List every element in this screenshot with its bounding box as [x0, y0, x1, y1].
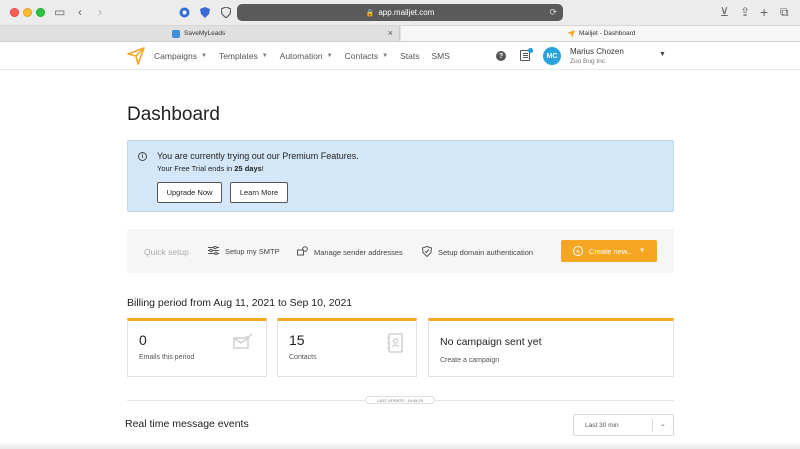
- realtime-events-title: Real time message events: [125, 418, 249, 430]
- tab-title: Mailjet - Dashboard: [579, 30, 636, 37]
- tab-mailjet-dashboard[interactable]: Mailjet - Dashboard: [401, 26, 800, 41]
- campaign-stat-card: No campaign sent yet Create a campaign: [428, 318, 674, 377]
- upgrade-now-button[interactable]: Upgrade Now: [157, 182, 222, 203]
- campaign-status-title: No campaign sent yet: [440, 336, 542, 348]
- chevron-down-icon: ▼: [201, 53, 207, 59]
- extension-bitwarden-icon[interactable]: [179, 4, 190, 20]
- avatar[interactable]: MC: [543, 47, 561, 65]
- back-icon[interactable]: ‹: [78, 4, 82, 20]
- chevron-down-icon: ▼: [639, 248, 646, 254]
- extension-shield-icon[interactable]: [200, 4, 210, 20]
- user-name[interactable]: Marius Chozen: [570, 47, 624, 56]
- create-new-button[interactable]: + Create new... ▼: [561, 240, 657, 262]
- nav-contacts[interactable]: Contacts ▼: [345, 51, 389, 61]
- trial-days: 25 days: [234, 164, 262, 173]
- help-icon[interactable]: ?: [496, 51, 506, 61]
- bottom-fade: [0, 441, 800, 449]
- notification-dot: [528, 48, 533, 53]
- create-campaign-link[interactable]: Create a campaign: [440, 357, 499, 364]
- reload-icon[interactable]: ⟳: [549, 7, 557, 18]
- contacts-label: Contacts: [289, 354, 317, 361]
- lock-icon: 🔒: [365, 9, 375, 17]
- manage-sender-addresses-link[interactable]: Manage sender addresses: [297, 246, 403, 258]
- nav-automation[interactable]: Automation ▼: [280, 51, 333, 61]
- trial-notice: i You are currently trying out our Premi…: [127, 140, 674, 212]
- browser-toolbar: ▭ ‹ › 🔒 app.mailjet.com ⟳ ⊻ ⇪ + ⧉: [0, 0, 800, 26]
- notice-subtitle: Your Free Trial ends in 25 days!: [157, 164, 264, 173]
- chevron-down-icon: ▼: [382, 53, 389, 59]
- emails-label: Emails this period: [139, 354, 195, 361]
- contacts-count: 15: [289, 332, 305, 348]
- mailjet-favicon-icon: [567, 29, 575, 38]
- share-icon[interactable]: ⇪: [740, 4, 750, 20]
- contacts-stat-card[interactable]: 15 Contacts: [277, 318, 417, 377]
- select-separator: [652, 419, 653, 432]
- time-range-select[interactable]: Last 30 min ⌄: [573, 414, 674, 436]
- emails-stat-card[interactable]: 0 Emails this period: [127, 318, 267, 377]
- nav-sms[interactable]: SMS: [431, 51, 449, 61]
- page-title: Dashboard: [127, 104, 220, 125]
- domain-authentication-link[interactable]: Setup domain authentication: [421, 245, 533, 259]
- quick-setup-bar: Quick setup Setup my SMTP Manage sender …: [127, 229, 674, 273]
- last-update-badge: LAST UPDATE : 19:49:29: [365, 396, 435, 404]
- top-navigation: Campaigns ▼ Templates ▼ Automation ▼ Contac…: [0, 42, 800, 70]
- tab-overview-icon[interactable]: ⧉: [780, 4, 789, 20]
- sliders-icon: [208, 245, 219, 257]
- new-tab-icon[interactable]: +: [760, 4, 768, 20]
- nav-menu: Campaigns ▼ Templates ▼ Automation ▼ Contac…: [154, 42, 462, 70]
- contacts-book-icon: [387, 333, 403, 358]
- quick-setup-label: Quick setup: [144, 247, 189, 257]
- tab-savemyleads[interactable]: SaveMyLeads ×: [0, 26, 400, 41]
- close-window-button[interactable]: [10, 8, 19, 17]
- mailjet-logo-icon[interactable]: [127, 47, 145, 65]
- address-bar[interactable]: 🔒 app.mailjet.com ⟳: [237, 4, 563, 21]
- envelope-icon: [233, 333, 253, 354]
- forward-icon[interactable]: ›: [98, 4, 102, 20]
- emails-count: 0: [139, 332, 147, 348]
- setup-smtp-link[interactable]: Setup my SMTP: [208, 245, 280, 257]
- privacy-icon[interactable]: [221, 4, 231, 20]
- sidebar-toggle-icon[interactable]: ▭: [54, 4, 65, 20]
- tab-title: SaveMyLeads: [184, 30, 226, 37]
- close-tab-icon[interactable]: ×: [388, 28, 393, 38]
- downloads-icon[interactable]: ⊻: [720, 4, 729, 20]
- shield-icon: [421, 245, 433, 259]
- nav-campaigns[interactable]: Campaigns ▼: [154, 51, 207, 61]
- nav-stats[interactable]: Stats: [400, 51, 419, 61]
- url-text: app.mailjet.com: [378, 8, 435, 17]
- chevron-down-icon: ⌄: [660, 421, 666, 428]
- tab-bar: SaveMyLeads × Mailjet - Dashboard: [0, 26, 800, 42]
- user-menu-chevron-icon[interactable]: ▼: [659, 51, 666, 58]
- info-icon: i: [138, 152, 147, 161]
- chevron-down-icon: ▼: [261, 53, 268, 59]
- plus-icon: +: [572, 246, 583, 256]
- savemyleads-favicon-icon: [172, 29, 180, 38]
- learn-more-button[interactable]: Learn More: [230, 182, 288, 203]
- notice-title: You are currently trying out our Premium…: [157, 151, 359, 161]
- chevron-down-icon: ▼: [326, 53, 333, 59]
- sender-icon: [297, 246, 308, 258]
- time-range-value: Last 30 min: [585, 422, 619, 429]
- nav-templates[interactable]: Templates ▼: [219, 51, 268, 61]
- user-company: Zoo Bug Inc: [570, 58, 606, 65]
- minimize-window-button[interactable]: [23, 8, 32, 17]
- billing-period-title: Billing period from Aug 11, 2021 to Sep …: [127, 297, 353, 309]
- zoom-window-button[interactable]: [36, 8, 45, 17]
